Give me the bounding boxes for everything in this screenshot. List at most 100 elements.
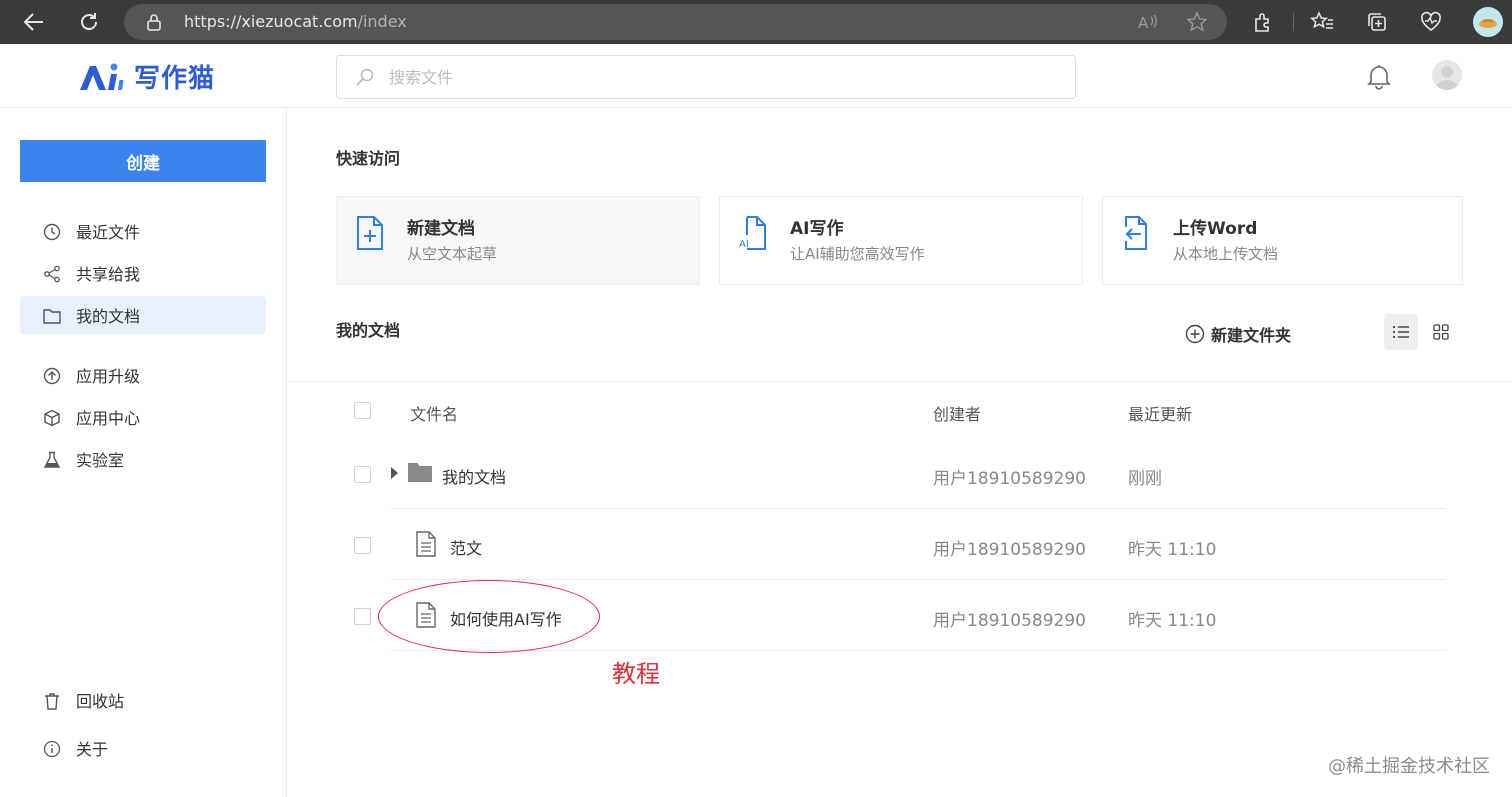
card-title: AI写作 [790, 219, 844, 239]
row-checkbox[interactable] [354, 537, 371, 554]
sidebar-item-upgrade[interactable]: 应用升级 [20, 356, 266, 394]
sidebar-item-label: 最近文件 [76, 223, 141, 242]
create-button[interactable]: 创建 [20, 140, 266, 182]
svg-text:AI: AI [739, 239, 749, 250]
browser-toolbar: https://xiezuocat.com/index A [0, 0, 1512, 44]
sidebar-item-label: 应用中心 [76, 409, 141, 428]
row-divider [391, 508, 1446, 509]
upload-word-card[interactable]: 上传Word 从本地上传文档 [1102, 196, 1463, 285]
info-icon [42, 739, 62, 759]
url-text: https://xiezuocat.com/index [184, 12, 407, 31]
new-folder-label: 新建文件夹 [1211, 326, 1292, 345]
browser-essentials-icon[interactable] [1419, 10, 1443, 34]
favorite-star-icon[interactable] [1186, 11, 1208, 33]
card-subtitle: 从空文本起草 [407, 245, 498, 263]
grid-view-button[interactable] [1424, 314, 1458, 350]
favorites-icon[interactable] [1310, 10, 1334, 34]
avatar[interactable] [1432, 60, 1462, 90]
browser-profile-avatar[interactable] [1473, 7, 1503, 37]
collections-icon[interactable] [1365, 10, 1389, 34]
row-divider [391, 650, 1446, 651]
address-bar[interactable]: https://xiezuocat.com/index A [124, 4, 1227, 40]
logo[interactable]: 写作猫 [78, 58, 215, 95]
row-checkbox[interactable] [354, 466, 371, 483]
sidebar-item-app-center[interactable]: 应用中心 [20, 398, 266, 436]
section-divider [287, 381, 1512, 382]
clock-icon [42, 222, 62, 242]
sidebar-item-label: 我的文档 [76, 307, 141, 326]
new-document-card[interactable]: 新建文档 从空文本起草 [336, 196, 700, 285]
trash-icon [42, 691, 62, 711]
file-creator: 用户18910589290 [933, 611, 1086, 631]
card-title: 上传Word [1173, 219, 1258, 239]
document-icon [415, 531, 437, 557]
list-view-icon [1392, 325, 1409, 339]
sidebar-item-trash[interactable]: 回收站 [20, 681, 266, 719]
row-divider [391, 579, 1446, 580]
file-creator: 用户18910589290 [933, 540, 1086, 560]
column-header-creator[interactable]: 创建者 [933, 401, 981, 425]
file-updated: 刚刚 [1128, 469, 1162, 489]
file-creator: 用户18910589290 [933, 469, 1086, 489]
expand-caret-icon[interactable] [389, 466, 399, 480]
logo-text: 写作猫 [134, 64, 216, 94]
url-path: /index [357, 12, 407, 31]
file-name[interactable]: 范文 [450, 535, 482, 559]
sidebar-item-recent[interactable]: 最近文件 [20, 212, 266, 250]
file-updated: 昨天 11:10 [1128, 540, 1217, 560]
column-header-updated[interactable]: 最近更新 [1128, 401, 1192, 425]
sidebar-item-lab[interactable]: 实验室 [20, 440, 266, 478]
card-title: 新建文档 [407, 219, 475, 239]
flask-icon [42, 450, 62, 470]
select-all-checkbox[interactable] [354, 402, 371, 419]
upload-document-icon [1121, 215, 1151, 251]
sidebar-item-label: 共享给我 [76, 265, 141, 284]
my-docs-title: 我的文档 [336, 321, 401, 340]
sidebar-item-label: 回收站 [76, 692, 125, 711]
toolbar-divider [1293, 13, 1294, 31]
card-subtitle: 从本地上传文档 [1173, 245, 1279, 263]
sidebar-item-shared[interactable]: 共享给我 [20, 254, 266, 292]
file-name[interactable]: 如何使用AI写作 [450, 606, 562, 630]
quick-access-title: 快速访问 [336, 149, 401, 168]
svg-text:A: A [1138, 14, 1149, 32]
search-input[interactable] [389, 64, 1049, 90]
folder-icon [42, 306, 62, 326]
logo-mark-icon [80, 63, 124, 90]
column-header-name[interactable]: 文件名 [410, 401, 458, 425]
grid-view-icon [1433, 324, 1449, 340]
watermark: @稀土掘金技术社区 [1328, 756, 1490, 777]
new-folder-button[interactable]: 新建文件夹 [1185, 322, 1291, 346]
bell-icon[interactable] [1365, 62, 1393, 90]
row-checkbox[interactable] [354, 608, 371, 625]
read-aloud-icon[interactable]: A [1137, 12, 1159, 32]
lock-icon [146, 13, 162, 31]
url-host: https://xiezuocat.com [184, 12, 358, 31]
app-header: 写作猫 [0, 44, 1512, 108]
upgrade-icon [42, 366, 62, 386]
search-icon [355, 67, 375, 87]
cube-icon [42, 408, 62, 428]
sidebar-item-label: 实验室 [76, 451, 125, 470]
document-icon [415, 602, 437, 628]
extensions-icon[interactable] [1251, 10, 1275, 34]
ai-document-icon: AI [738, 215, 768, 251]
list-view-button[interactable] [1384, 314, 1418, 350]
ai-writing-card[interactable]: AI AI写作 让AI辅助您高效写作 [719, 196, 1083, 285]
file-name[interactable]: 我的文档 [442, 464, 506, 488]
plus-circle-icon [1185, 324, 1205, 344]
file-updated: 昨天 11:10 [1128, 611, 1217, 631]
share-icon [42, 264, 62, 284]
annotation-label: 教程 [612, 660, 660, 688]
sidebar: 创建 最近文件 共享给我 我的文档 应用升级 应用中心 实验室 回收站 关于 [0, 108, 287, 797]
sidebar-item-about[interactable]: 关于 [20, 729, 266, 767]
sidebar-item-label: 应用升级 [76, 367, 141, 386]
search-box[interactable] [336, 55, 1076, 99]
folder-filled-icon [407, 461, 433, 483]
new-document-icon [355, 215, 385, 251]
refresh-icon[interactable] [75, 8, 103, 36]
sidebar-item-my-docs[interactable]: 我的文档 [20, 296, 266, 334]
sidebar-item-label: 关于 [76, 740, 109, 759]
card-subtitle: 让AI辅助您高效写作 [790, 245, 925, 263]
back-arrow-icon[interactable] [20, 8, 48, 36]
